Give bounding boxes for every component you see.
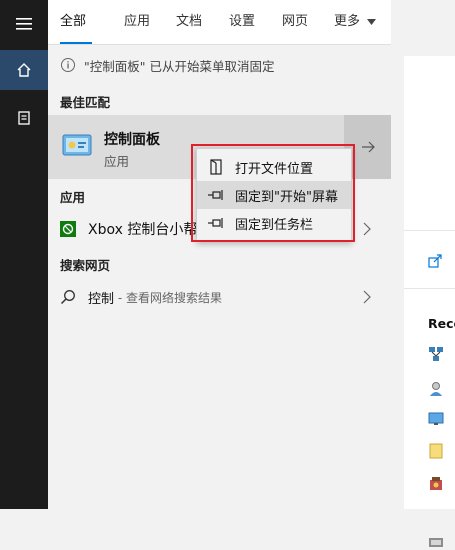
preview-card: Rece [404,56,455,547]
network-icon[interactable] [428,346,444,362]
chevron-right-icon [363,290,371,304]
pin-icon [208,190,223,200]
tab-web[interactable]: 网页 [282,10,308,44]
users-icon[interactable] [428,381,444,397]
chevron-down-icon [367,18,377,25]
unpin-notice: "控制面板" 已从开始菜单取消固定 [48,44,391,85]
menu-item-label: 打开文件位置 [235,161,314,177]
web-result-suffix: - 查看网络搜索结果 [114,290,222,305]
menu-pin-to-taskbar[interactable]: 固定到任务栏 [197,209,351,237]
tab-settings[interactable]: 设置 [229,10,255,44]
app-rail [0,0,48,509]
documents-button[interactable] [0,98,48,138]
preview-divider [404,230,455,231]
monitor-icon[interactable] [428,411,444,427]
arrow-right-icon [361,141,375,153]
search-results-panel: 全部 应用 文档 设置 网页 更多 "控制面板" 已从开始菜单取消固定 最佳匹配… [48,0,391,509]
tab-all[interactable]: 全部 [60,10,92,44]
tab-apps[interactable]: 应用 [124,10,150,44]
open-file-location-icon [210,159,222,175]
tab-more-label: 更多 [334,14,361,29]
search-tabs: 全部 应用 文档 设置 网页 更多 [48,0,391,44]
tab-documents[interactable]: 文档 [176,10,202,44]
folder-note-icon[interactable] [429,443,443,459]
best-match-subtitle: 应用 [104,154,130,169]
control-panel-icon [62,134,92,156]
web-result-query: 控制 [88,291,115,307]
tab-more[interactable]: 更多 [334,10,377,44]
context-menu: 打开文件位置 固定到"开始"屏幕 固定到任务栏 [196,148,352,242]
chevron-right-icon [363,222,371,236]
home-icon [17,63,31,77]
xbox-icon [60,221,76,237]
web-search-heading: 搜索网页 [60,258,111,273]
open-external-icon[interactable] [428,254,442,268]
search-icon [60,290,75,305]
hamburger-menu-icon [16,18,32,30]
menu-open-file-location[interactable]: 打开文件位置 [197,153,351,181]
best-match-title: 控制面板 [104,132,160,148]
home-button[interactable] [0,50,48,90]
hamburger-button[interactable] [0,4,48,44]
menu-pin-to-start[interactable]: 固定到"开始"屏幕 [197,181,351,209]
menu-item-label: 固定到"开始"屏幕 [235,189,338,205]
pin-icon [208,218,223,228]
programs-icon[interactable] [428,476,444,492]
document-icon [18,111,30,125]
app-result-label: Xbox 控制台小帮手 [88,222,212,238]
menu-item-label: 固定到任务栏 [235,217,314,233]
recent-heading: Rece [428,316,455,331]
notice-text: "控制面板" 已从开始菜单取消固定 [84,58,275,74]
info-icon [61,58,75,72]
devices-icon[interactable] [428,534,444,550]
web-result[interactable]: 控制 - 查看网络搜索结果 [48,280,391,314]
preview-divider [404,288,455,289]
apps-heading: 应用 [60,190,86,205]
best-match-heading: 最佳匹配 [60,95,111,110]
